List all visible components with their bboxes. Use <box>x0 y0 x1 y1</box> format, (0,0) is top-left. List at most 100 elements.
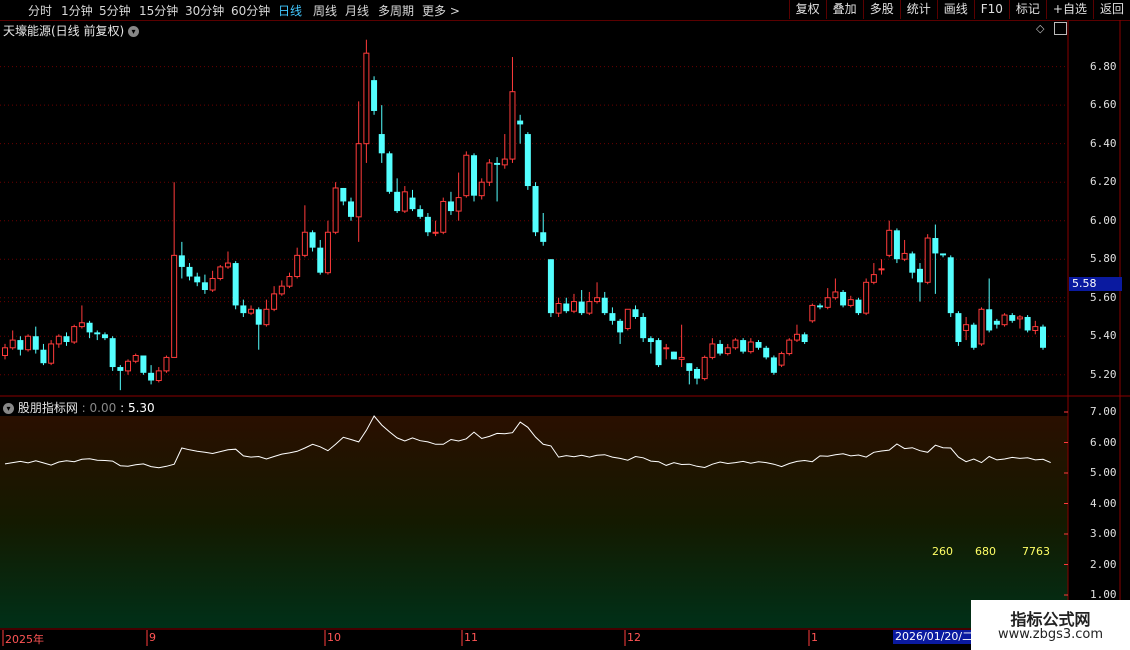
price-axis-label: 6.40 <box>1090 136 1117 150</box>
candle-body-up <box>224 262 231 268</box>
candle-body-down <box>148 372 155 381</box>
candle-body-up <box>48 343 55 364</box>
candle-body-down <box>547 259 554 314</box>
candle-body-down <box>424 216 431 233</box>
chart-canvas <box>0 20 1130 650</box>
candle-body-up <box>1001 314 1008 326</box>
candle-body-up <box>163 356 170 372</box>
candle-body-down <box>916 268 923 283</box>
candle-body-up <box>863 281 870 314</box>
candle-body-down <box>1009 315 1016 321</box>
candle-body-down <box>1024 316 1031 331</box>
candle-body-up <box>724 347 731 355</box>
candle-body-down <box>601 297 608 314</box>
candle-body-down <box>109 338 116 368</box>
candle-body-down <box>993 320 1000 325</box>
stat-value: 7763 <box>1022 545 1050 558</box>
candle-body-up <box>478 181 485 197</box>
candle-body-down <box>578 301 585 314</box>
candle-body-up <box>847 299 854 306</box>
candle-body-up <box>71 326 78 343</box>
candle-body-up <box>624 308 631 330</box>
candle-body-up <box>870 274 877 283</box>
candle-body-up <box>886 229 893 256</box>
date-axis-label: 10 <box>327 631 341 644</box>
stat-value: 260 <box>932 545 953 558</box>
candle-body-down <box>855 299 862 314</box>
candle-body-up <box>332 187 339 233</box>
candle-body-down <box>540 232 547 242</box>
candle-body-up <box>793 333 800 341</box>
candle-body-down <box>409 197 416 210</box>
candle-body-down <box>232 263 239 306</box>
candle-body-up <box>663 347 670 350</box>
candle-body-up <box>455 197 462 212</box>
candle-body-up <box>732 339 739 349</box>
candle-body-down <box>686 363 693 371</box>
candle-body-down <box>386 153 393 192</box>
candle-body-up <box>709 343 716 358</box>
candle-body-up <box>125 360 132 372</box>
candle-body-up <box>55 335 62 345</box>
indicator-value-2: : 5.30 <box>120 401 155 415</box>
chevron-down-icon[interactable]: ▾ <box>3 403 14 414</box>
candle-body-up <box>301 231 308 256</box>
candle-body-down <box>317 247 324 273</box>
candle-body-down <box>532 186 539 233</box>
candle-body-up <box>486 162 493 183</box>
candle-body-up <box>832 291 839 299</box>
candle-body-up <box>286 276 293 287</box>
price-axis-label: 5.60 <box>1090 290 1117 304</box>
candle-body-down <box>17 340 24 350</box>
watermark-url: www.zbgs3.com <box>997 627 1104 642</box>
candle-body-down <box>755 342 762 348</box>
candle-body-down <box>140 355 147 373</box>
price-axis-label: 6.80 <box>1090 59 1117 73</box>
candle-body-up <box>463 154 470 197</box>
indicator-axis-label: 5.00 <box>1090 466 1117 479</box>
candle-body-up <box>1016 316 1023 320</box>
indicator-axis-label: 7.00 <box>1090 405 1117 418</box>
candle-body-up <box>401 191 408 212</box>
candle-body-up <box>278 285 285 295</box>
candle-body-down <box>670 351 677 360</box>
candle-body-up <box>171 254 178 358</box>
candle-body-up <box>978 308 985 345</box>
price-axis-label: 5.80 <box>1090 252 1117 266</box>
candle-body-up <box>248 308 255 314</box>
candle-body-down <box>970 324 977 348</box>
candle-body-down <box>117 367 124 371</box>
candle-body-down <box>340 187 347 202</box>
candle-body-down <box>494 162 501 165</box>
candle-body-down <box>893 230 900 260</box>
candle-body-down <box>655 340 662 366</box>
price-axis-label: 6.20 <box>1090 175 1117 189</box>
price-axis-label: 5.40 <box>1090 329 1117 343</box>
candle-body-up <box>901 252 908 260</box>
candle-body-up <box>25 335 32 351</box>
price-axis-label: 5.20 <box>1090 367 1117 381</box>
candle-body-down <box>240 305 247 314</box>
date-axis-label: 1 <box>811 631 818 644</box>
candle-body-down <box>101 334 108 339</box>
watermark: 指标公式网 www.zbgs3.com <box>971 600 1130 650</box>
candle-body-down <box>40 349 47 364</box>
candle-body-down <box>801 334 808 343</box>
candle-body-down <box>817 305 824 308</box>
candle-body-down <box>86 322 93 333</box>
candle-body-down <box>517 120 524 125</box>
candle-body-up <box>778 353 785 366</box>
candle-body-up <box>324 231 331 274</box>
candle-body-up <box>78 322 85 328</box>
candle-body-up <box>155 370 162 382</box>
candle-body-up <box>209 277 216 291</box>
candle-body-down <box>640 316 647 339</box>
candle-body-down <box>32 336 39 350</box>
candle-body-up <box>878 268 885 271</box>
candle-body-up <box>9 339 16 349</box>
candle-body-up <box>924 237 931 283</box>
indicator-title[interactable]: ▾ 股朋指标网 : 0.00 : 5.30 <box>3 399 155 416</box>
candle-body-up <box>271 293 278 310</box>
candle-body-down <box>763 347 770 358</box>
candle-body-down <box>94 332 101 335</box>
